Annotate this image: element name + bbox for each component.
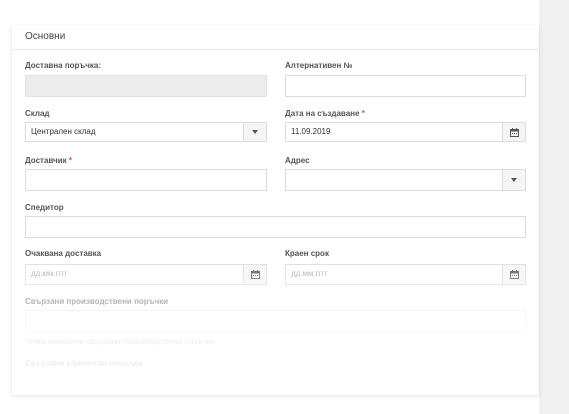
expected-delivery-input[interactable]: дд.мм.гггг — [25, 264, 267, 285]
created-date-label-text: Дата на създаване — [285, 109, 360, 118]
required-mark: * — [68, 156, 72, 165]
supplier-input[interactable] — [25, 169, 267, 191]
created-date-label: Дата на създаване * — [285, 109, 365, 118]
warehouse-label: Склад — [25, 109, 50, 118]
chevron-down-icon — [511, 178, 517, 182]
created-date-calendar-button[interactable] — [502, 123, 525, 141]
calendar-icon — [250, 270, 260, 279]
chevron-down-icon — [252, 130, 258, 134]
related-production-orders-input[interactable] — [25, 310, 526, 332]
expected-delivery-placeholder: дд.мм.гггг — [31, 269, 68, 278]
alt-number-input[interactable] — [285, 75, 526, 97]
supplier-label: Доставчик * — [25, 156, 72, 165]
warehouse-select[interactable]: Централен склад — [25, 122, 267, 142]
required-mark: * — [361, 109, 365, 118]
address-label: Адрес — [285, 156, 310, 165]
forwarder-input[interactable] — [25, 216, 526, 238]
warehouse-value: Централен склад — [31, 127, 96, 136]
delivery-order-label: Доставна поръчка: — [25, 61, 102, 70]
related-client-orders-label: Свързани клиентски поръчки — [25, 359, 144, 368]
forwarder-label: Спедитор — [25, 203, 64, 212]
alt-number-label: Алтернативен № — [285, 61, 353, 70]
delivery-order-field — [25, 75, 267, 97]
created-date-input[interactable]: 11.09.2019 — [285, 122, 526, 142]
created-date-value: 11.09.2019 — [291, 127, 331, 136]
address-dropdown-button[interactable] — [502, 170, 525, 190]
deadline-label: Краен срок — [285, 249, 329, 258]
warehouse-dropdown-button[interactable] — [243, 123, 266, 141]
expected-delivery-calendar-button[interactable] — [243, 265, 266, 284]
related-production-orders-empty-message: Няма намерени свързани производствени по… — [25, 337, 215, 346]
side-panel — [539, 0, 569, 414]
calendar-icon — [509, 270, 519, 279]
deadline-calendar-button[interactable] — [502, 265, 525, 284]
related-production-orders-label: Свързани производствени поръчки — [25, 297, 169, 306]
deadline-placeholder: дд.мм.гггг — [291, 269, 328, 278]
deadline-input[interactable]: дд.мм.гггг — [285, 264, 526, 285]
address-select[interactable] — [285, 169, 526, 191]
section-header: Основни — [12, 25, 539, 50]
main-section-card: Основни Доставна поръчка: Алтернативен №… — [12, 25, 539, 395]
calendar-icon — [509, 127, 519, 137]
supplier-label-text: Доставчик — [25, 156, 67, 165]
expected-delivery-label: Очаквана доставка — [25, 249, 102, 258]
